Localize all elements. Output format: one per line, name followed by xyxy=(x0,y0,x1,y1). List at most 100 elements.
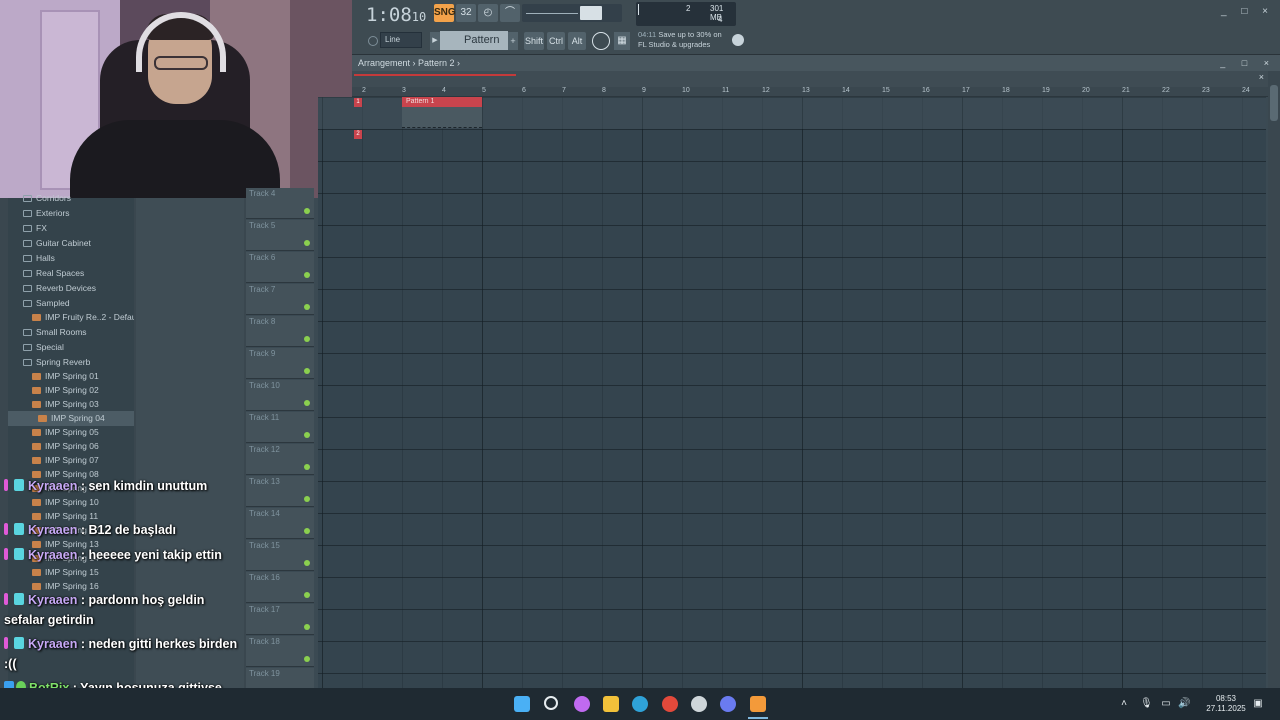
browser-folder[interactable]: Spring Reverb xyxy=(8,355,134,370)
search-icon[interactable] xyxy=(544,696,558,710)
song-mode-button[interactable]: SNG xyxy=(434,4,456,22)
track-header[interactable]: Track 8 xyxy=(246,316,314,347)
browser-file[interactable]: IMP Spring 02 xyxy=(8,383,134,398)
snap-selector[interactable]: Line xyxy=(380,32,422,48)
playlist-overview-strip[interactable]: × xyxy=(352,71,1280,87)
track-header[interactable]: Track 7 xyxy=(246,284,314,315)
track-header[interactable]: Track 10 xyxy=(246,380,314,411)
browser-file[interactable]: IMP Spring 03 xyxy=(8,397,134,412)
fl-studio-icon[interactable] xyxy=(750,696,766,712)
browser-folder[interactable]: Sampled xyxy=(8,296,134,311)
edge-browser-icon[interactable] xyxy=(632,696,648,712)
track-mute-led[interactable] xyxy=(304,528,310,534)
browser-folder[interactable]: Guitar Cabinet xyxy=(8,236,134,251)
browser-folder[interactable]: Exteriors xyxy=(8,206,134,221)
master-volume-slider[interactable] xyxy=(522,4,622,22)
tempo-display[interactable]: 32 xyxy=(456,4,476,22)
track-mute-led[interactable] xyxy=(304,560,310,566)
browser-folder[interactable]: FX xyxy=(8,221,134,236)
pattern-selector[interactable]: Pattern 2 xyxy=(440,31,508,65)
browser-folder[interactable]: Reverb Devices xyxy=(8,281,134,296)
alt-button[interactable]: Alt xyxy=(568,32,586,50)
browser-item-label: IMP Spring 05 xyxy=(45,427,99,437)
track-mute-led[interactable] xyxy=(304,656,310,662)
pattern-add-button[interactable]: + xyxy=(508,32,518,50)
file-explorer-icon[interactable] xyxy=(603,696,619,712)
copilot-icon[interactable] xyxy=(574,696,590,712)
network-icon[interactable]: ▭ xyxy=(1160,698,1172,710)
ruler-bar-label: 23 xyxy=(1202,87,1210,94)
pattern-clip-body[interactable] xyxy=(402,107,482,128)
browser-folder[interactable]: Halls xyxy=(8,251,134,266)
pattern-clip[interactable]: Pattern 1 xyxy=(402,97,482,107)
chrome-icon[interactable] xyxy=(662,696,678,712)
notification-icon[interactable]: ▣ xyxy=(1252,698,1264,710)
scrollbar-thumb[interactable] xyxy=(1270,85,1278,121)
online-news-icon[interactable] xyxy=(592,32,610,50)
track-mute-led[interactable] xyxy=(304,304,310,310)
track-mute-led[interactable] xyxy=(304,432,310,438)
playlist-grid[interactable] xyxy=(318,97,1266,688)
start-menu-icon[interactable] xyxy=(514,696,530,712)
browser-folder[interactable]: Corridors xyxy=(8,191,134,206)
track-mute-led[interactable] xyxy=(304,208,310,214)
ctrl-button[interactable]: Ctrl xyxy=(547,32,565,50)
discord-icon[interactable] xyxy=(720,696,736,712)
track-mute-led[interactable] xyxy=(304,240,310,246)
track-header[interactable]: Track 6 xyxy=(246,252,314,283)
timeline-ruler[interactable]: 2 3 4 5 6 7 8 9 10 11 12 13 14 15 16 17 18 19 20 21 22 23 24 xyxy=(352,87,1268,97)
pattern-prev-button[interactable]: ▶ xyxy=(430,32,440,50)
browser-file[interactable]: IMP Spring 07 xyxy=(8,453,134,468)
browser-folder[interactable]: Special xyxy=(8,340,134,355)
ruler-bar-label: 17 xyxy=(962,87,970,94)
track-mute-led[interactable] xyxy=(304,368,310,374)
shift-button[interactable]: Shift xyxy=(524,32,544,50)
cart-icon[interactable]: ▦ xyxy=(614,32,630,50)
track-mute-led[interactable] xyxy=(304,464,310,470)
playlist-breadcrumb[interactable]: Arrangement › Pattern 2 › xyxy=(358,55,460,71)
master-pitch-knob[interactable] xyxy=(580,6,602,20)
snap-icon xyxy=(368,36,378,46)
microphone-icon[interactable]: 🎙 xyxy=(1140,698,1153,710)
track-header[interactable]: Track 11 xyxy=(246,412,314,443)
track-header[interactable]: Track 16 xyxy=(246,572,314,603)
track-mute-led[interactable] xyxy=(304,400,310,406)
playlist-strip-close-icon[interactable]: × xyxy=(1259,72,1264,82)
window-controls[interactable]: _ □ × xyxy=(1221,6,1274,17)
news-panel[interactable]: 04:11 Save up to 30% on FL Studio & upgr… xyxy=(638,30,722,50)
browser-folder[interactable]: Real Spaces xyxy=(8,266,134,281)
song-position-display[interactable]: 1:0810 xyxy=(366,4,426,26)
browser-file[interactable]: IMP Spring 04 xyxy=(8,411,134,426)
track-header[interactable]: Track 9 xyxy=(246,348,314,379)
playlist-window-controls[interactable]: _ □ × xyxy=(1220,55,1276,71)
track-header[interactable]: Track 18 xyxy=(246,636,314,667)
track-header[interactable]: Track 15 xyxy=(246,540,314,571)
volume-icon[interactable]: 🔊 xyxy=(1178,698,1190,710)
track-mute-led[interactable] xyxy=(304,496,310,502)
track-header[interactable]: Track 12 xyxy=(246,444,314,475)
playlist-scrollbar[interactable] xyxy=(1268,71,1280,688)
browser-folder[interactable]: Small Rooms xyxy=(8,325,134,340)
globe-icon[interactable] xyxy=(732,34,744,46)
browser-file[interactable]: IMP Fruity Re..2 - Default xyxy=(8,310,134,325)
obs-icon[interactable] xyxy=(691,696,707,712)
browser-file[interactable]: IMP Spring 06 xyxy=(8,439,134,454)
track-header[interactable]: Track 17 xyxy=(246,604,314,635)
track-label: Track 15 xyxy=(249,541,280,550)
clock[interactable]: 08:53 27.11.2025 xyxy=(1202,694,1250,714)
metronome-icon[interactable]: ⌒ xyxy=(500,4,520,22)
track-header[interactable]: Track 4 xyxy=(246,188,314,219)
track-header[interactable]: Track 13 xyxy=(246,476,314,507)
browser-file[interactable]: IMP Spring 01 xyxy=(8,369,134,384)
chevron-up-icon[interactable]: ˄ xyxy=(1118,698,1130,710)
ruler-bar-label: 13 xyxy=(802,87,810,94)
track-mute-led[interactable] xyxy=(304,336,310,342)
track-mute-led[interactable] xyxy=(304,272,310,278)
wait-record-icon[interactable]: ◴ xyxy=(478,4,498,22)
browser-file[interactable]: IMP Spring 05 xyxy=(8,425,134,440)
track-header[interactable]: Track 5 xyxy=(246,220,314,251)
track-header[interactable]: Track 14 xyxy=(246,508,314,539)
track-mute-led[interactable] xyxy=(304,624,310,630)
track-label: Track 11 xyxy=(249,413,280,422)
track-mute-led[interactable] xyxy=(304,592,310,598)
